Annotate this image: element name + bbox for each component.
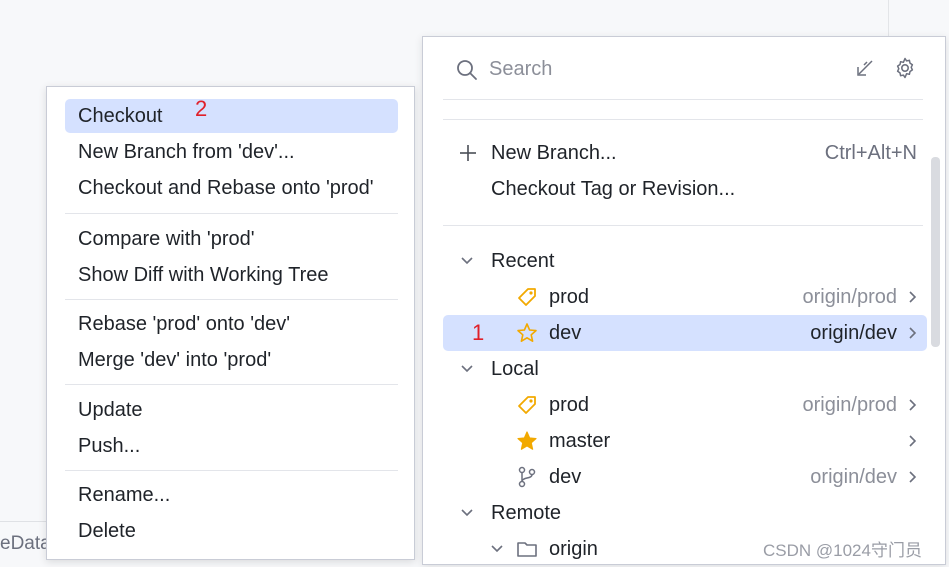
checkout-tag-action[interactable]: Checkout Tag or Revision... bbox=[443, 171, 927, 207]
tracking-branch: origin/dev bbox=[810, 322, 897, 344]
menu-item-merge[interactable]: Merge 'dev' into 'prod' bbox=[65, 343, 398, 377]
background-divider bbox=[888, 0, 889, 40]
branch-icon bbox=[515, 459, 539, 495]
chevron-right-icon bbox=[907, 459, 919, 495]
section-remote[interactable]: Remote bbox=[443, 495, 927, 531]
branch-row-recent-prod[interactable]: prod origin/prod bbox=[443, 279, 927, 315]
annotation-marker-2: 2 bbox=[195, 96, 208, 121]
tracking-branch: origin/dev bbox=[810, 466, 897, 488]
annotation-marker-1: 1 bbox=[472, 320, 485, 345]
branch-row-local-dev[interactable]: dev origin/dev bbox=[443, 459, 927, 495]
branch-row-local-master[interactable]: master bbox=[443, 423, 927, 459]
chevron-down-icon bbox=[459, 243, 475, 279]
section-recent-label: Recent bbox=[491, 250, 555, 272]
star-filled-icon bbox=[515, 423, 539, 459]
menu-item-delete[interactable]: Delete bbox=[65, 514, 398, 548]
menu-item-show-diff[interactable]: Show Diff with Working Tree bbox=[65, 258, 398, 292]
menu-item-checkout[interactable]: Checkout bbox=[65, 99, 398, 133]
branch-name: master bbox=[549, 430, 611, 452]
new-branch-action[interactable]: New Branch... Ctrl+Alt+N bbox=[443, 135, 927, 171]
plus-icon bbox=[457, 135, 479, 171]
new-branch-label: New Branch... bbox=[491, 142, 617, 164]
tracking-branch: origin/prod bbox=[802, 286, 897, 308]
search-divider bbox=[443, 99, 923, 100]
section-local-label: Local bbox=[491, 358, 539, 380]
search-input[interactable] bbox=[489, 54, 789, 84]
menu-separator bbox=[65, 384, 398, 385]
branch-name: dev bbox=[549, 466, 582, 488]
section-local[interactable]: Local bbox=[443, 351, 927, 387]
menu-separator bbox=[65, 213, 398, 214]
chevron-down-icon bbox=[459, 495, 475, 531]
star-outline-icon bbox=[515, 315, 539, 351]
branch-name: dev bbox=[549, 322, 582, 344]
menu-separator bbox=[65, 470, 398, 471]
tracking-branch: origin/prod bbox=[802, 394, 897, 416]
chevron-right-icon bbox=[907, 315, 919, 351]
branch-name: prod bbox=[549, 394, 590, 416]
collapse-icon[interactable] bbox=[855, 58, 875, 83]
menu-item-compare-with[interactable]: Compare with 'prod' bbox=[65, 222, 398, 256]
menu-item-new-branch-from[interactable]: New Branch from 'dev'... bbox=[65, 135, 398, 169]
chevron-down-icon bbox=[489, 531, 505, 567]
watermark-text: CSDN @1024守门员 bbox=[763, 541, 922, 560]
gear-icon[interactable] bbox=[893, 56, 917, 85]
tag-icon bbox=[515, 279, 539, 315]
branch-context-menu: Checkout New Branch from 'dev'... Checko… bbox=[46, 86, 415, 560]
menu-separator bbox=[65, 299, 398, 300]
background-partial-text: eData bbox=[0, 533, 51, 554]
branch-name: prod bbox=[549, 286, 590, 308]
menu-item-checkout-and-rebase[interactable]: Checkout and Rebase onto 'prod' bbox=[65, 171, 398, 205]
background-divider-horizontal bbox=[0, 521, 48, 522]
remote-name: origin bbox=[549, 538, 598, 560]
new-branch-shortcut: Ctrl+Alt+N bbox=[824, 142, 917, 164]
branch-row-recent-dev[interactable]: dev origin/dev bbox=[443, 315, 927, 351]
branch-row-local-prod[interactable]: prod origin/prod bbox=[443, 387, 927, 423]
menu-item-rename[interactable]: Rename... bbox=[65, 478, 398, 512]
search-row bbox=[423, 37, 945, 99]
chevron-right-icon bbox=[907, 387, 919, 423]
menu-item-push[interactable]: Push... bbox=[65, 429, 398, 463]
scrollbar-thumb[interactable] bbox=[931, 157, 940, 347]
menu-item-update[interactable]: Update bbox=[65, 393, 398, 427]
chevron-right-icon bbox=[907, 279, 919, 315]
section-recent[interactable]: Recent bbox=[443, 243, 927, 279]
chevron-right-icon bbox=[907, 423, 919, 459]
search-icon bbox=[456, 59, 478, 86]
folder-icon bbox=[515, 531, 539, 567]
checkout-tag-label: Checkout Tag or Revision... bbox=[491, 178, 736, 200]
chevron-down-icon bbox=[459, 351, 475, 387]
section-divider bbox=[443, 119, 923, 120]
section-divider bbox=[443, 225, 923, 226]
section-remote-label: Remote bbox=[491, 502, 562, 524]
menu-item-rebase[interactable]: Rebase 'prod' onto 'dev' bbox=[65, 307, 398, 341]
tag-icon bbox=[515, 387, 539, 423]
git-branches-popup: New Branch... Ctrl+Alt+N Checkout Tag or… bbox=[422, 36, 946, 565]
